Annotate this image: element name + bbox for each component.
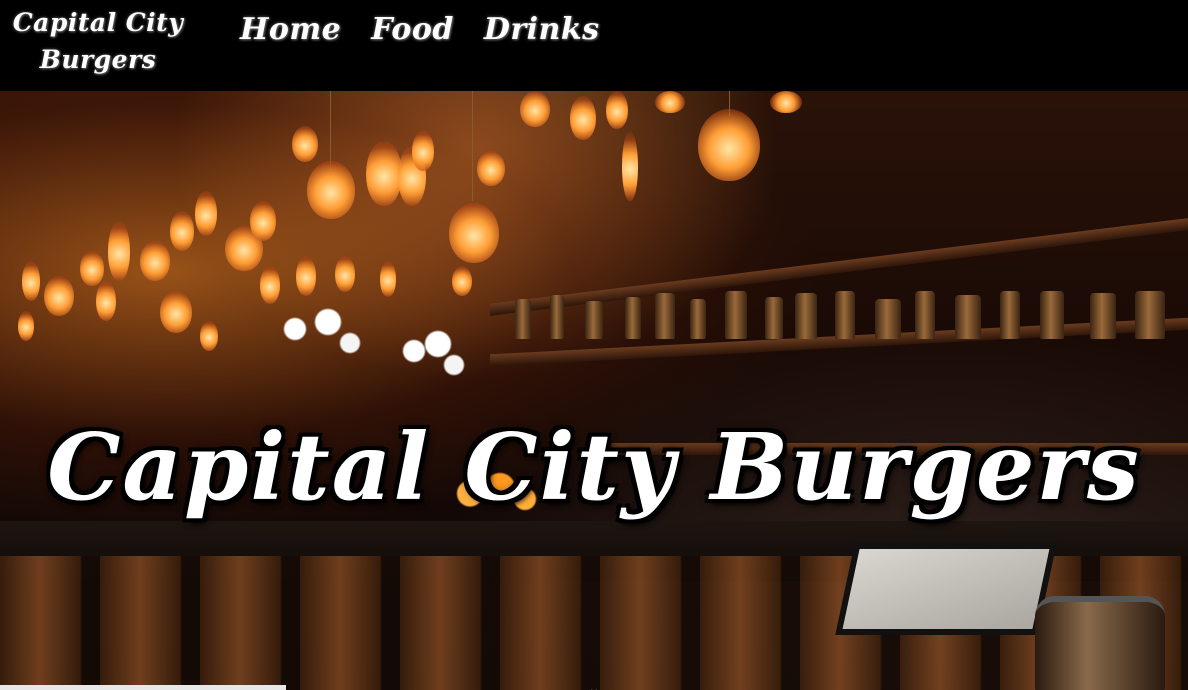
liquor-bottle [725,291,747,339]
liquor-bottle [550,295,564,339]
bulb-cord [330,91,331,171]
liquor-bottle [1040,291,1064,339]
edison-bulb [335,256,355,292]
edison-bulb [260,266,280,304]
liquor-bottle [515,299,531,339]
site-logo[interactable]: Capital City Burgers [0,4,196,78]
edison-bulb [296,256,316,296]
edison-bulb [96,281,116,321]
edison-bulb [160,291,192,333]
edison-bulb [770,91,802,113]
edison-bulb [449,203,499,263]
liquor-bottle [795,293,817,339]
white-orchids [390,323,470,393]
edison-bulb [18,311,34,341]
pos-terminal [835,543,1057,635]
edison-bulb [80,251,104,286]
edison-bulb [570,96,596,140]
liquor-bottle [690,299,706,339]
logo-line-2: Burgers [39,45,157,74]
edison-bulb [44,276,74,316]
edison-bulb [108,221,130,281]
bottle-row-upper [505,291,1188,339]
bulb-cord [472,91,473,201]
liquor-bottle [585,301,603,339]
edison-bulb [655,91,685,113]
liquor-bottle [875,299,901,339]
liquor-bottle [1000,291,1020,339]
edison-bulb [250,201,276,241]
liquor-bottle [625,297,641,339]
liquor-bottle [915,291,935,339]
hero-banner: Capital City Burgers ⌄ [0,91,1188,690]
edison-bulb [412,131,434,171]
edison-bulb [520,91,550,127]
scroll-down-icon[interactable]: ⌄ [574,681,614,690]
edison-bulb [140,241,170,281]
white-orchids [262,301,372,371]
liquor-bottle [835,291,855,339]
wooden-barrel [1035,596,1165,690]
liquor-bottle [655,293,675,339]
edison-bulb [307,161,355,219]
edison-bulb [380,261,396,297]
liquor-bottle [1090,293,1116,339]
edison-bulb [22,261,40,301]
nav-food-link[interactable]: Food [371,12,454,47]
nav-drinks-link[interactable]: Drinks [484,12,600,47]
liquor-bottle [765,297,783,339]
main-nav: Home Food Drinks [240,8,600,50]
edison-bulb [622,131,638,201]
logo-line-1: Capital City [12,8,184,37]
edison-bulb [170,211,194,251]
hero-title: Capital City Burgers [47,412,1141,521]
edison-bulb [606,91,628,129]
nav-home-link[interactable]: Home [240,12,341,47]
edison-bulb [195,191,217,236]
edison-bulb [452,266,472,296]
edison-bulb [200,321,218,351]
liquor-bottle [955,295,981,339]
edison-bulb [292,126,318,162]
edison-bulb [698,109,760,181]
edison-bulb [477,151,505,186]
site-header: Capital City Burgers Home Food Drinks [0,0,1188,91]
carousel-progress-bar [0,685,286,690]
edison-bulb [366,141,402,206]
liquor-bottle [1135,291,1165,339]
